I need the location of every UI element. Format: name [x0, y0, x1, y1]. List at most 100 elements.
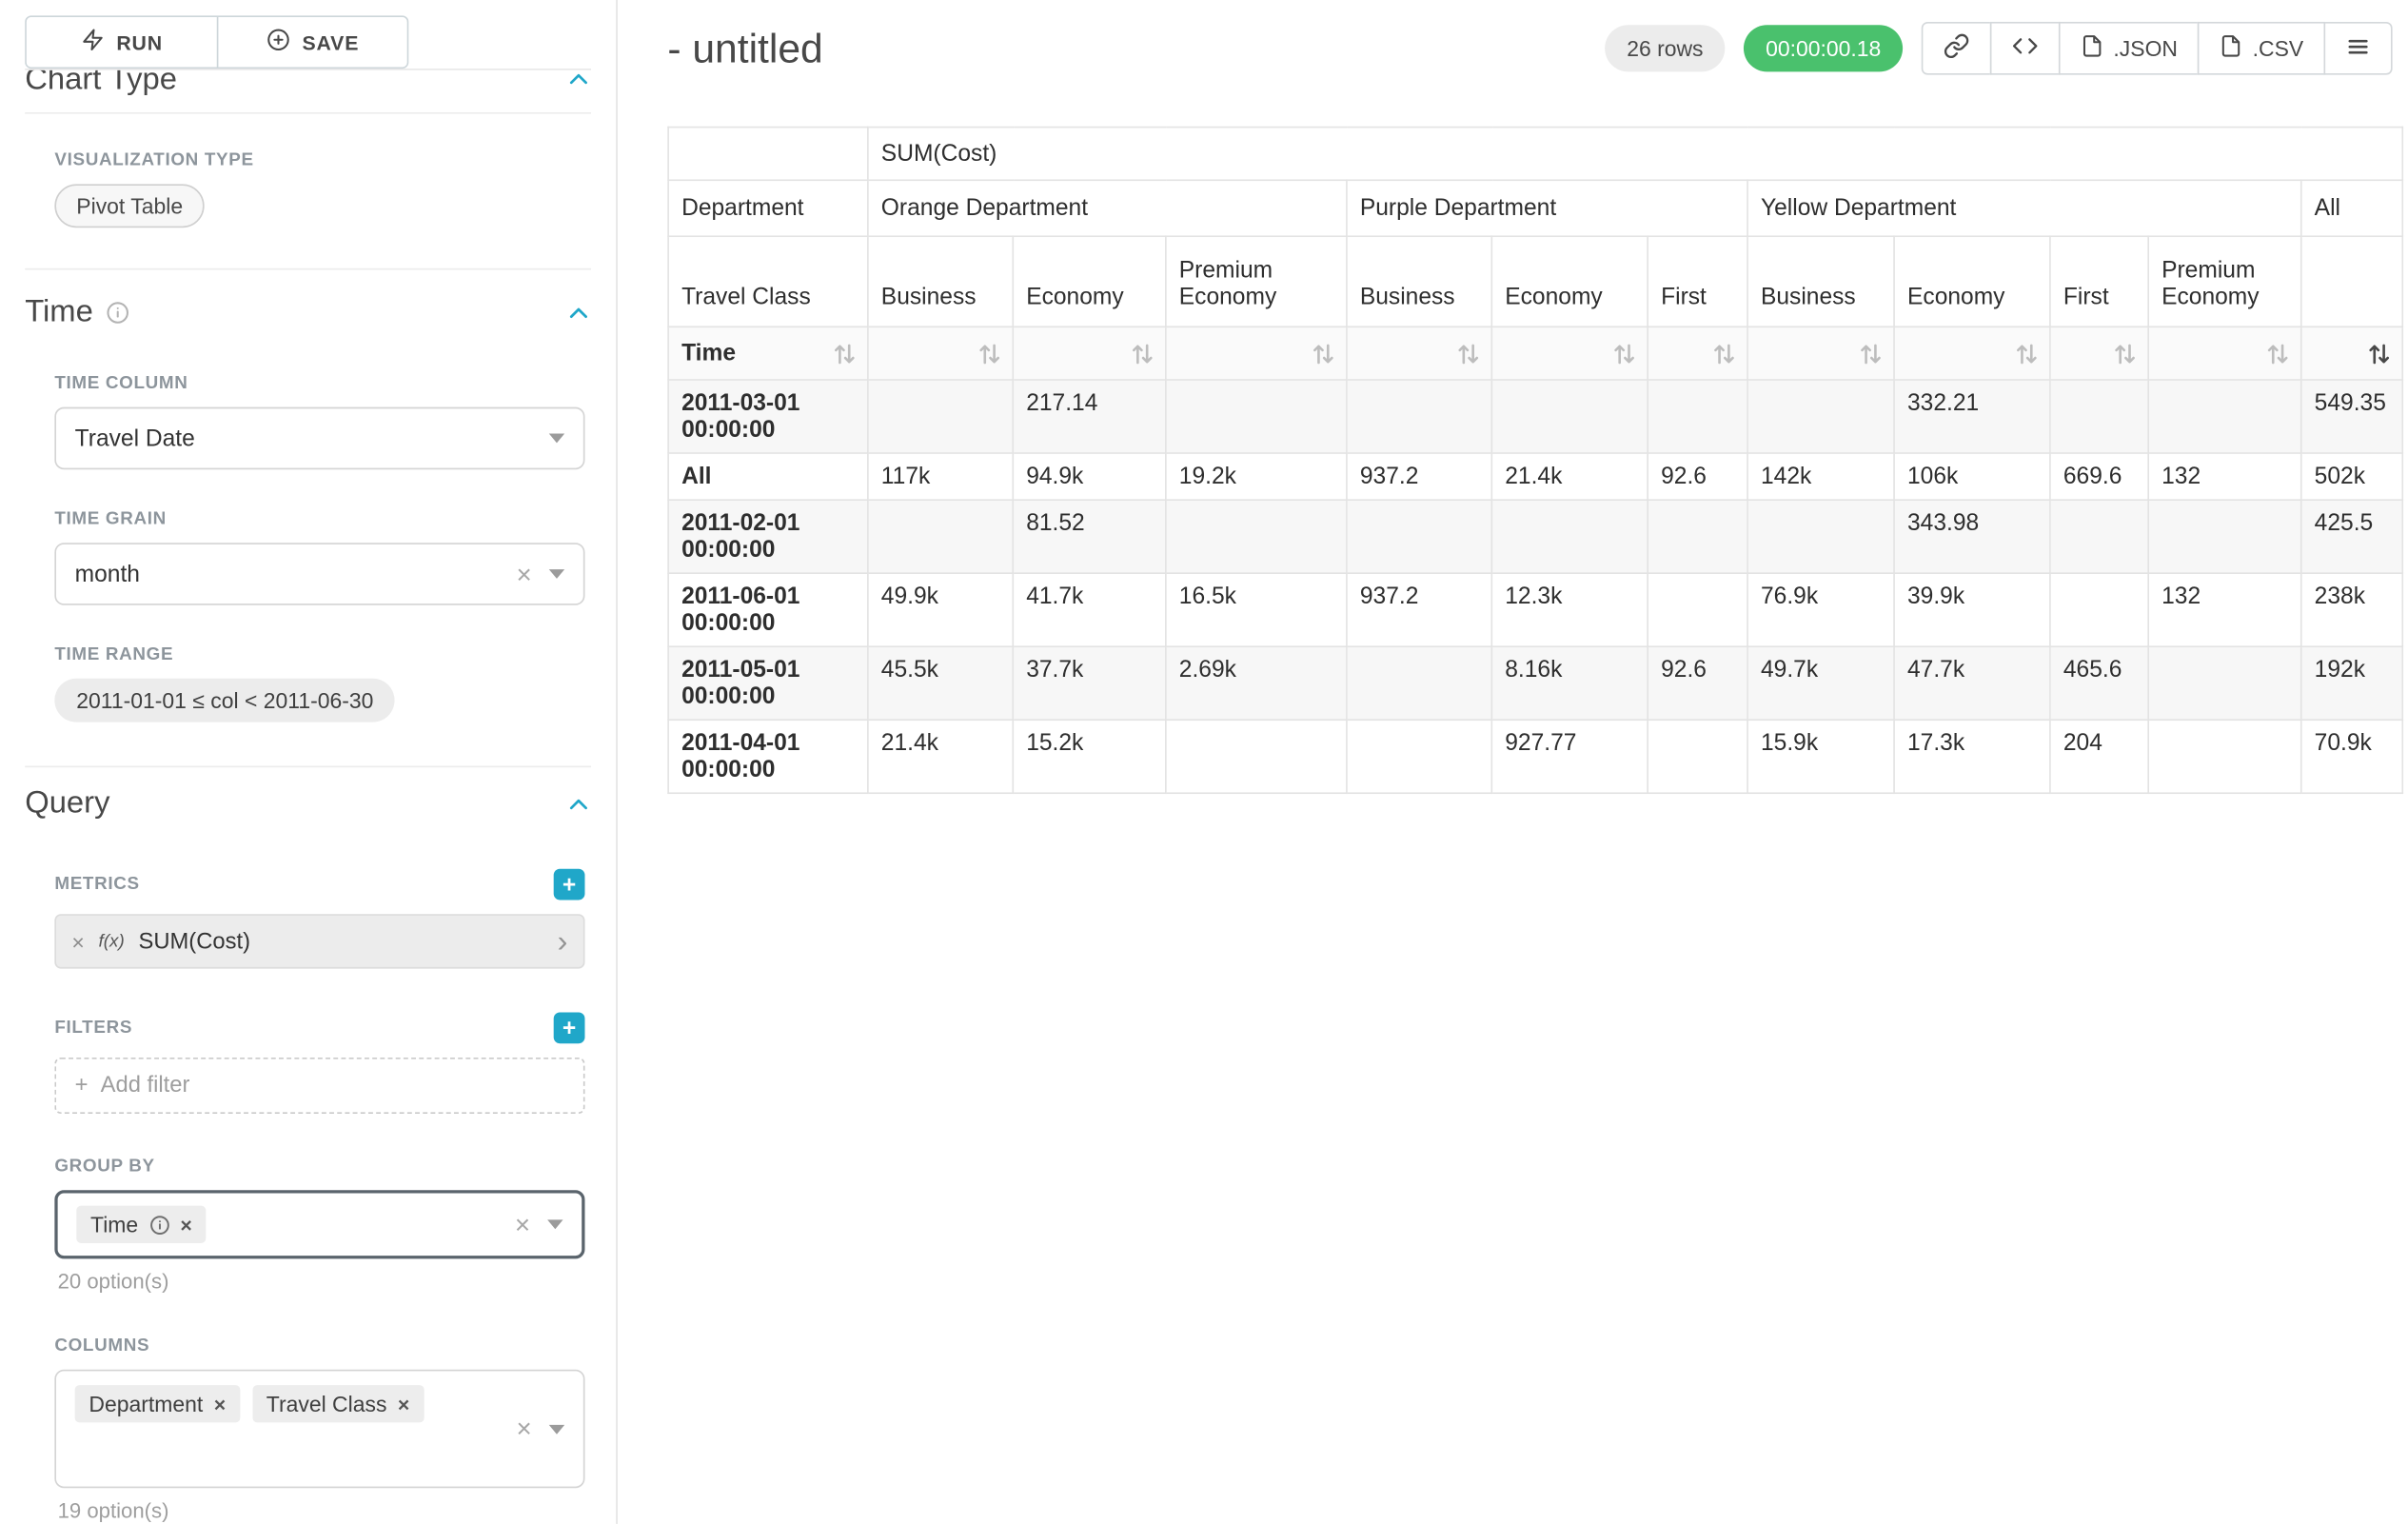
chevron-up-icon[interactable]: [566, 300, 591, 325]
sort-cell-active: [2301, 327, 2403, 380]
pivot-row: All117k94.9k19.2k937.221.4k92.6142k106k6…: [668, 453, 2402, 500]
share-link-button[interactable]: [1922, 22, 1992, 75]
clear-icon[interactable]: ×: [516, 561, 531, 587]
columns-tag-travel-class: Travel Class ×: [252, 1385, 424, 1422]
view-query-button[interactable]: [1990, 22, 2061, 75]
time-range-pill[interactable]: 2011-01-01 ≤ col < 2011-06-30: [54, 679, 395, 722]
chart-header-actions: 26 rows 00:00:00.18: [1605, 22, 2392, 75]
viz-type-pill[interactable]: Pivot Table: [54, 184, 205, 228]
sort-cell: [1747, 327, 1894, 380]
add-filter-plus-button[interactable]: +: [554, 1012, 585, 1043]
pivot-cell: 76.9k: [1747, 573, 1894, 646]
plus-icon: +: [563, 873, 576, 897]
add-filter-placeholder: Add filter: [101, 1073, 190, 1098]
sort-icon[interactable]: [1313, 343, 1333, 365]
pivot-row: 2011-04-01 00:00:0021.4k15.2k927.7715.9k…: [668, 720, 2402, 793]
pivot-row-label: 2011-04-01 00:00:00: [668, 720, 868, 793]
sort-descending-active-icon[interactable]: [2369, 343, 2389, 365]
time-section-title: Time: [25, 295, 93, 331]
columns-select[interactable]: Department × Travel Class × ×: [54, 1370, 584, 1489]
chevron-down-icon: [549, 569, 564, 579]
pivot-metric-row: SUM(Cost): [668, 128, 2402, 181]
columns-label: COLUMNS: [54, 1336, 149, 1356]
function-icon: f(x): [99, 932, 125, 951]
pivot-row: 2011-06-01 00:00:0049.9k41.7k16.5k937.21…: [668, 573, 2402, 646]
sort-icon[interactable]: [835, 343, 855, 365]
remove-metric-icon[interactable]: ×: [71, 930, 84, 952]
add-filter-dropzone[interactable]: + Add filter: [54, 1058, 584, 1114]
pivot-cell: [1747, 500, 1894, 573]
plus-icon: +: [75, 1073, 89, 1098]
tag-label: Travel Class: [266, 1392, 387, 1416]
save-button-label: SAVE: [303, 30, 360, 54]
clear-icon[interactable]: ×: [515, 1211, 530, 1237]
pivot-cell: 132: [2148, 453, 2301, 500]
sort-icon[interactable]: [1861, 343, 1881, 365]
sort-cell: [1347, 327, 1491, 380]
pivot-row-label: 2011-03-01 00:00:00: [668, 380, 868, 453]
remove-tag-icon[interactable]: ×: [180, 1215, 191, 1235]
chart-title: - untitled: [667, 24, 822, 72]
pivot-row-label: 2011-05-01 00:00:00: [668, 646, 868, 720]
col-header: Economy: [1894, 236, 2050, 327]
remove-tag-icon[interactable]: ×: [214, 1394, 226, 1414]
sort-icon[interactable]: [2115, 343, 2135, 365]
pivot-cell: 117k: [868, 453, 1013, 500]
pivot-row: 2011-03-01 00:00:00217.14332.21549.35: [668, 380, 2402, 453]
pivot-cell: 669.6: [2050, 453, 2148, 500]
group-by-select[interactable]: Time × ×: [54, 1190, 584, 1258]
pivot-axis-travel-class: Travel Class: [668, 236, 868, 327]
pivot-cell: 94.9k: [1013, 453, 1166, 500]
sort-icon[interactable]: [2268, 343, 2288, 365]
plus-circle-icon: [266, 28, 290, 55]
chevron-right-icon[interactable]: ›: [558, 926, 568, 958]
chevron-up-icon[interactable]: [566, 67, 591, 91]
col-header: Economy: [1491, 236, 1648, 327]
run-button[interactable]: RUN: [27, 17, 217, 67]
pivot-cell: [1648, 720, 1747, 793]
sort-icon[interactable]: [1614, 343, 1634, 365]
pivot-cell: [1347, 646, 1491, 720]
export-csv-button[interactable]: .CSV: [2198, 22, 2325, 75]
col-header: First: [1648, 236, 1747, 327]
sort-icon[interactable]: [1458, 343, 1478, 365]
group-by-label: GROUP BY: [54, 1158, 154, 1177]
pivot-cell: [2050, 573, 2148, 646]
pivot-cell: [868, 380, 1013, 453]
pivot-cell: 15.2k: [1013, 720, 1166, 793]
sort-icon[interactable]: [979, 343, 999, 365]
pivot-row-label: 2011-02-01 00:00:00: [668, 500, 868, 573]
pivot-cell: [1648, 500, 1747, 573]
pivot-cell: [1347, 500, 1491, 573]
sort-icon[interactable]: [1133, 343, 1153, 365]
clear-icon[interactable]: ×: [516, 1415, 531, 1442]
time-grain-select[interactable]: month ×: [54, 543, 584, 605]
sort-icon[interactable]: [1714, 343, 1734, 365]
add-metric-button[interactable]: +: [554, 869, 585, 901]
sort-cell: [2050, 327, 2148, 380]
chevron-down-icon: [549, 434, 564, 444]
time-column-select[interactable]: Travel Date: [54, 407, 584, 470]
export-json-button[interactable]: .JSON: [2059, 22, 2200, 75]
pivot-cell: 927.77: [1491, 720, 1648, 793]
query-section-header[interactable]: Query: [25, 786, 591, 822]
pivot-cell: [1347, 380, 1491, 453]
run-button-label: RUN: [116, 30, 163, 54]
pivot-cell: 465.6: [2050, 646, 2148, 720]
metric-option-sum-cost[interactable]: × f(x) SUM(Cost) ›: [54, 914, 584, 968]
action-bar: RUN SAVE: [25, 0, 591, 70]
save-button[interactable]: SAVE: [217, 17, 407, 67]
menu-button[interactable]: [2324, 22, 2393, 75]
pivot-cell: 47.7k: [1894, 646, 2050, 720]
pivot-body: 2011-03-01 00:00:00217.14332.21549.35All…: [668, 380, 2402, 793]
col-group-all: All: [2301, 180, 2403, 236]
remove-tag-icon[interactable]: ×: [398, 1394, 409, 1414]
pivot-cell: 92.6: [1648, 646, 1747, 720]
sort-icon[interactable]: [2017, 343, 2037, 365]
sort-cell: [1894, 327, 2050, 380]
col-group-purple-department: Purple Department: [1347, 180, 1747, 236]
divider: [25, 112, 591, 114]
chevron-up-icon[interactable]: [566, 792, 591, 817]
pivot-cell: 192k: [2301, 646, 2403, 720]
time-section-header[interactable]: Time: [25, 295, 591, 331]
